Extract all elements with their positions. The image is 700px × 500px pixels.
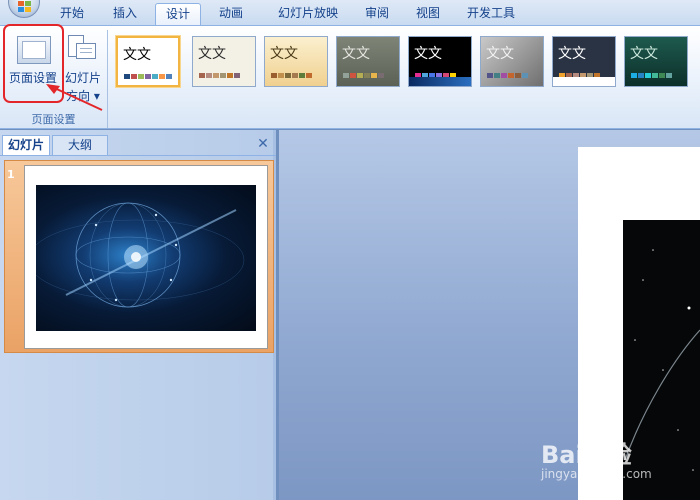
globe-network-icon: [36, 202, 245, 308]
tab-slides[interactable]: 幻灯片: [2, 135, 50, 155]
close-icon[interactable]: ✕: [255, 136, 271, 152]
pane-tabs: 幻灯片 大纲 ✕: [0, 135, 276, 157]
watermark-brand: Bai经验: [541, 441, 632, 469]
slides-pane: 幻灯片 大纲 ✕ 1: [0, 130, 276, 500]
baidu-watermark: Bai经验 jingyan.baidu.com: [541, 417, 691, 487]
globe-network-image: [36, 185, 256, 331]
slide-thumbnail[interactable]: [24, 165, 268, 349]
tab-outline[interactable]: 大纲: [52, 135, 108, 155]
watermark-url: jingyan.baidu.com: [541, 467, 652, 481]
slide-number: 1: [7, 168, 15, 181]
pane-divider: [0, 155, 276, 156]
